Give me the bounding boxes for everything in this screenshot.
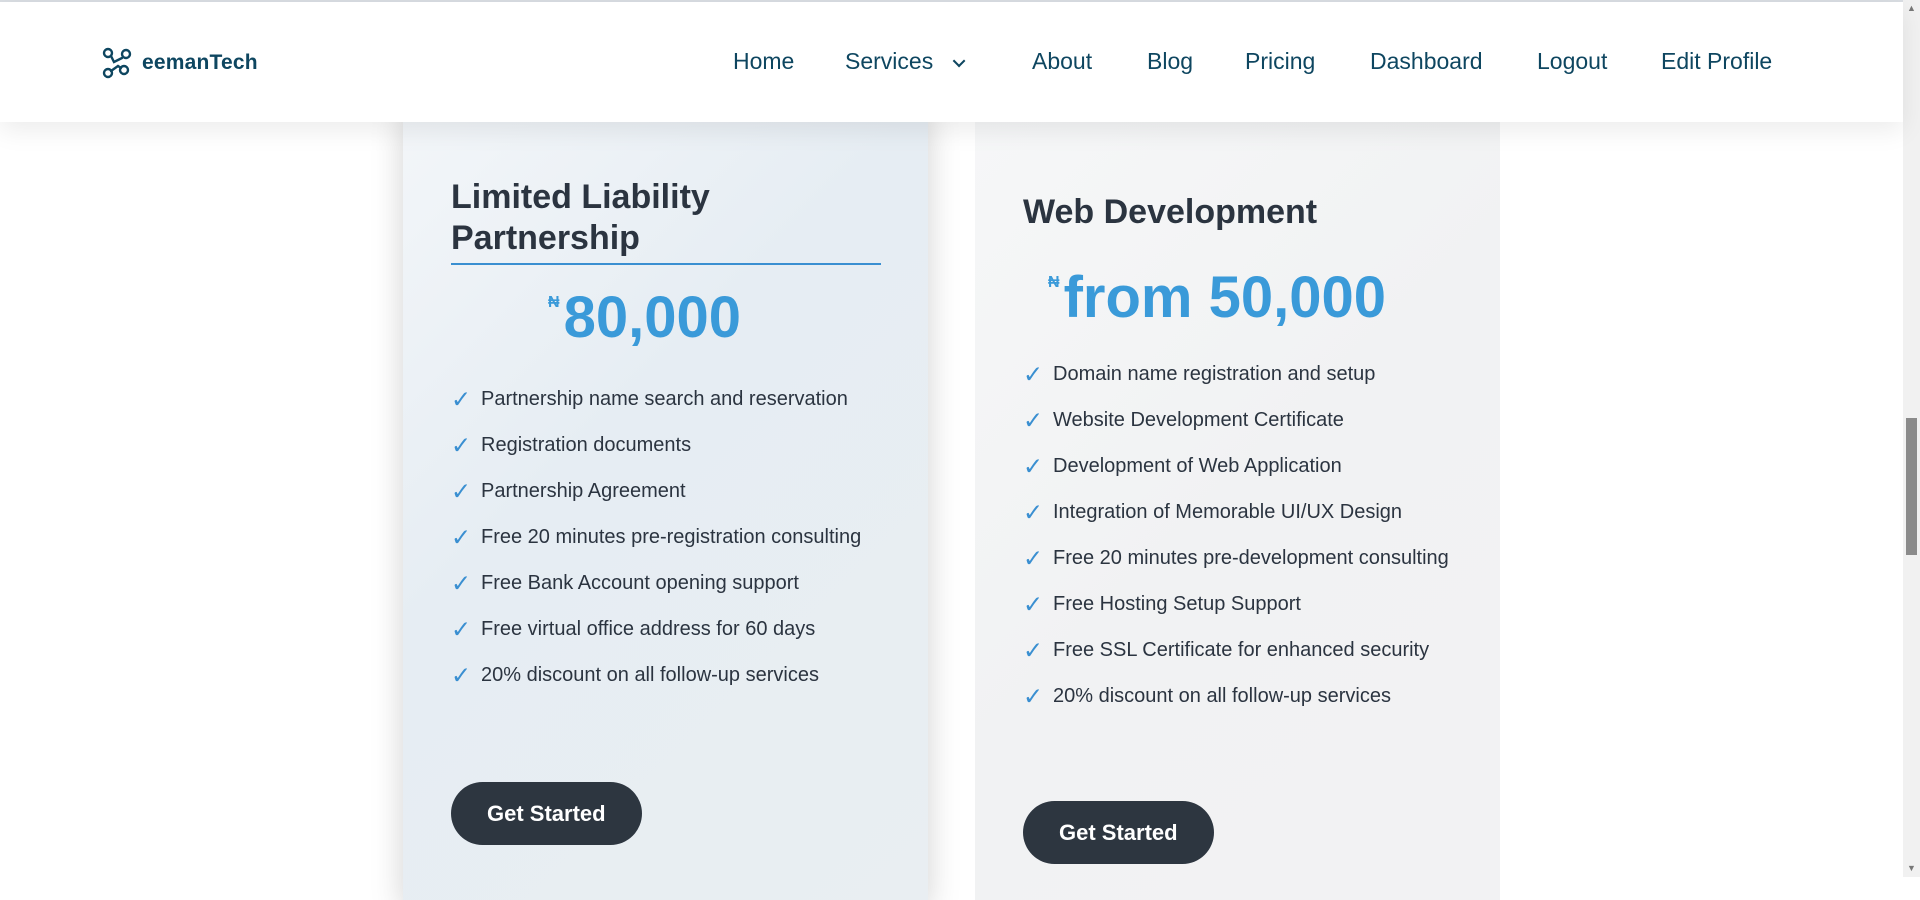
plan-title: Limited Liability Partnership [451, 177, 881, 265]
plan-price: ₦80,000 [548, 286, 741, 350]
nav-home[interactable]: Home [733, 48, 794, 75]
feature-item: ✓ Free Bank Account opening support [451, 570, 799, 597]
check-icon: ✓ [451, 432, 472, 459]
nav-pricing[interactable]: Pricing [1245, 48, 1315, 75]
check-icon: ✓ [1023, 637, 1044, 664]
check-icon: ✓ [451, 386, 472, 413]
feature-item: ✓ Free 20 minutes pre-registration consul… [451, 524, 862, 551]
check-icon: ✓ [1023, 407, 1044, 434]
nav-edit-profile[interactable]: Edit Profile [1661, 48, 1772, 75]
feature-item: ✓ Integration of Memorable UI/UX Design [1023, 499, 1403, 526]
brand-name: eemanTech [142, 51, 258, 74]
nav-about[interactable]: About [1032, 48, 1092, 75]
check-icon: ✓ [451, 662, 472, 689]
naira-currency-symbol: ₦ [548, 294, 560, 311]
feature-item: ✓ Domain name registration and setup [1023, 361, 1376, 388]
get-started-button[interactable]: Get Started [1023, 801, 1214, 864]
plan-title: Web Development [1023, 193, 1318, 231]
check-icon: ✓ [1023, 545, 1044, 572]
get-started-button[interactable]: Get Started [451, 782, 642, 845]
feature-item: ✓ Free Hosting Setup Support [1023, 591, 1301, 618]
naira-currency-symbol: ₦ [1048, 274, 1060, 291]
nodes-logo-icon [102, 47, 132, 79]
scrollbar-thumb[interactable] [1906, 418, 1917, 555]
price-amount: 80,000 [563, 285, 741, 350]
feature-item: ✓ Partnership name search and reservation [451, 386, 848, 413]
feature-list: ✓ Domain name registration and setup ✓ Web… [1023, 362, 1463, 730]
check-icon: ✓ [1023, 453, 1044, 480]
pricing-card-llp: Limited Liability Partnership ₦80,000 ✓ P… [403, 100, 928, 900]
vertical-scrollbar[interactable]: ▲ ▼ [1903, 0, 1920, 877]
nav-blog[interactable]: Blog [1147, 48, 1193, 75]
nav-services[interactable]: Services [845, 48, 966, 75]
check-icon: ✓ [451, 616, 472, 643]
feature-item: ✓ 20% discount on all follow-up services [1023, 683, 1391, 710]
feature-item: ✓ Partnership Agreement [451, 478, 686, 505]
price-amount: from 50,000 [1063, 265, 1386, 330]
feature-item: ✓ 20% discount on all follow-up services [451, 662, 819, 689]
feature-item: ✓ Website Development Certificate [1023, 407, 1344, 434]
check-icon: ✓ [1023, 591, 1044, 618]
scroll-up-arrow-icon[interactable]: ▲ [1903, 0, 1920, 17]
check-icon: ✓ [451, 478, 472, 505]
feature-item: ✓ Development of Web Application [1023, 453, 1342, 480]
feature-item: ✓ Registration documents [451, 432, 692, 459]
check-icon: ✓ [1023, 683, 1044, 710]
check-icon: ✓ [1023, 361, 1044, 388]
check-icon: ✓ [451, 524, 472, 551]
brand-logo[interactable]: eemanTech [100, 46, 258, 80]
site-header: eemanTech Home Services About Blog Prici… [0, 2, 1903, 122]
feature-item: ✓ Free SSL Certificate for enhanced secur… [1023, 637, 1430, 664]
nav-dashboard[interactable]: Dashboard [1370, 48, 1483, 75]
chevron-down-icon [952, 54, 966, 68]
check-icon: ✓ [451, 570, 472, 597]
feature-list: ✓ Partnership name search and reservation… [451, 387, 891, 709]
feature-item: ✓ Free 20 minutes pre-development consult… [1023, 545, 1449, 572]
check-icon: ✓ [1023, 499, 1044, 526]
pricing-card-web-development: Web Development ₦from 50,000 ✓ Domain nam… [975, 100, 1500, 900]
feature-item: ✓ Free virtual office address for 60 days [451, 616, 816, 643]
nav-logout[interactable]: Logout [1537, 48, 1607, 75]
plan-price: ₦from 50,000 [1048, 266, 1386, 330]
scroll-down-arrow-icon[interactable]: ▼ [1903, 860, 1920, 877]
